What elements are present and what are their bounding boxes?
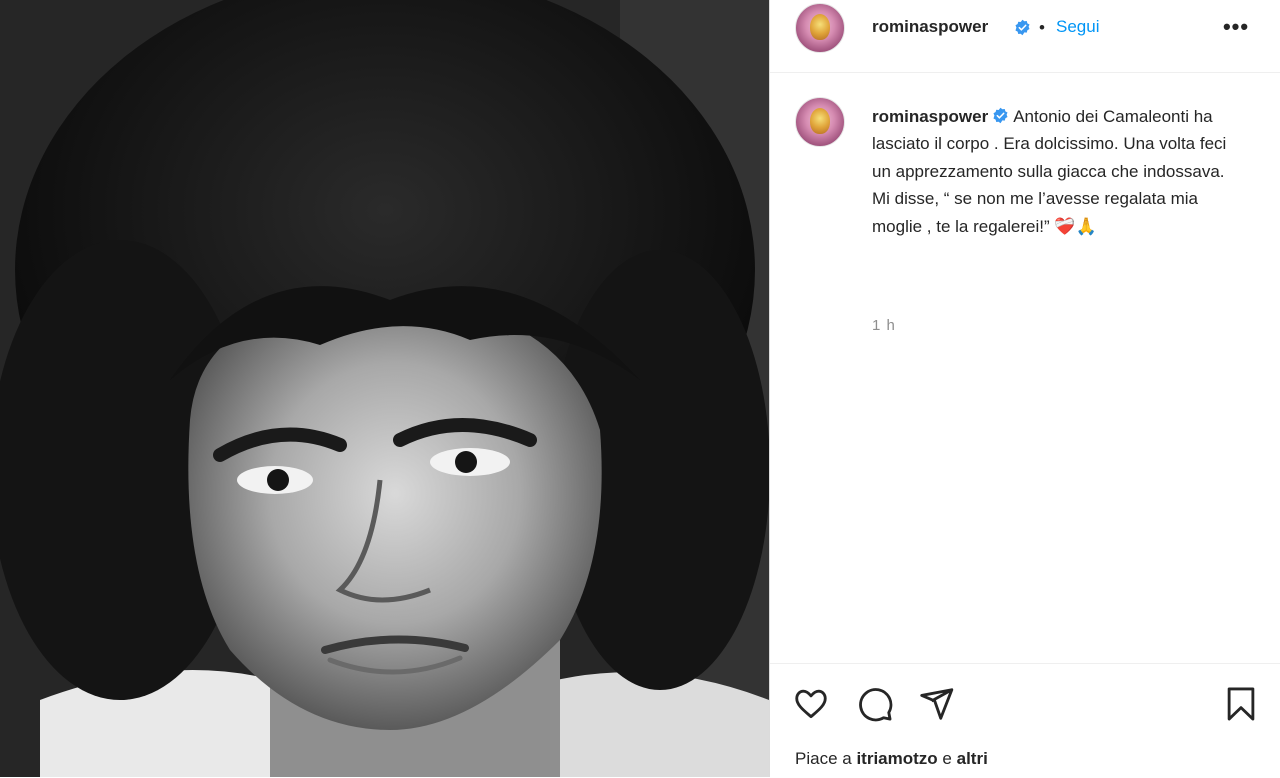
verified-badge-icon [1015,19,1030,36]
likes-summary: Piace a itriamotzo e altri [795,749,988,769]
post-image[interactable] [0,0,769,777]
caption-text-block: rominaspower Antonio dei Camaleonti ha la… [872,103,1227,240]
caption-username[interactable]: rominaspower [872,107,988,126]
avatar[interactable] [795,3,845,53]
bookmark-icon[interactable] [1222,685,1260,723]
verified-badge-icon [993,107,1008,124]
share-icon[interactable] [917,685,955,723]
portrait-photo [0,0,769,777]
post-panel: rominaspower • Segui ••• rominaspower Ant… [769,0,1280,777]
likes-user-link[interactable]: itriamotzo [856,749,937,768]
more-options-icon[interactable]: ••• [1216,14,1256,42]
follow-button[interactable]: Segui [1056,17,1099,37]
separator-dot: • [1039,18,1045,37]
comment-icon[interactable] [856,685,894,723]
caption-body: Antonio dei Camaleonti ha lasciato il co… [872,107,1227,236]
post-timestamp[interactable]: 1 h [872,317,896,334]
heart-icon[interactable] [792,685,830,723]
likes-prefix: Piace a [795,749,852,768]
likes-others-link[interactable]: altri [957,749,988,768]
likes-connector: e [942,749,952,768]
header-username[interactable]: rominaspower [872,17,988,37]
caption-avatar[interactable] [795,97,845,147]
post-header: rominaspower • Segui ••• [770,0,1280,73]
action-bar: Piace a itriamotzo e altri [770,663,1280,778]
